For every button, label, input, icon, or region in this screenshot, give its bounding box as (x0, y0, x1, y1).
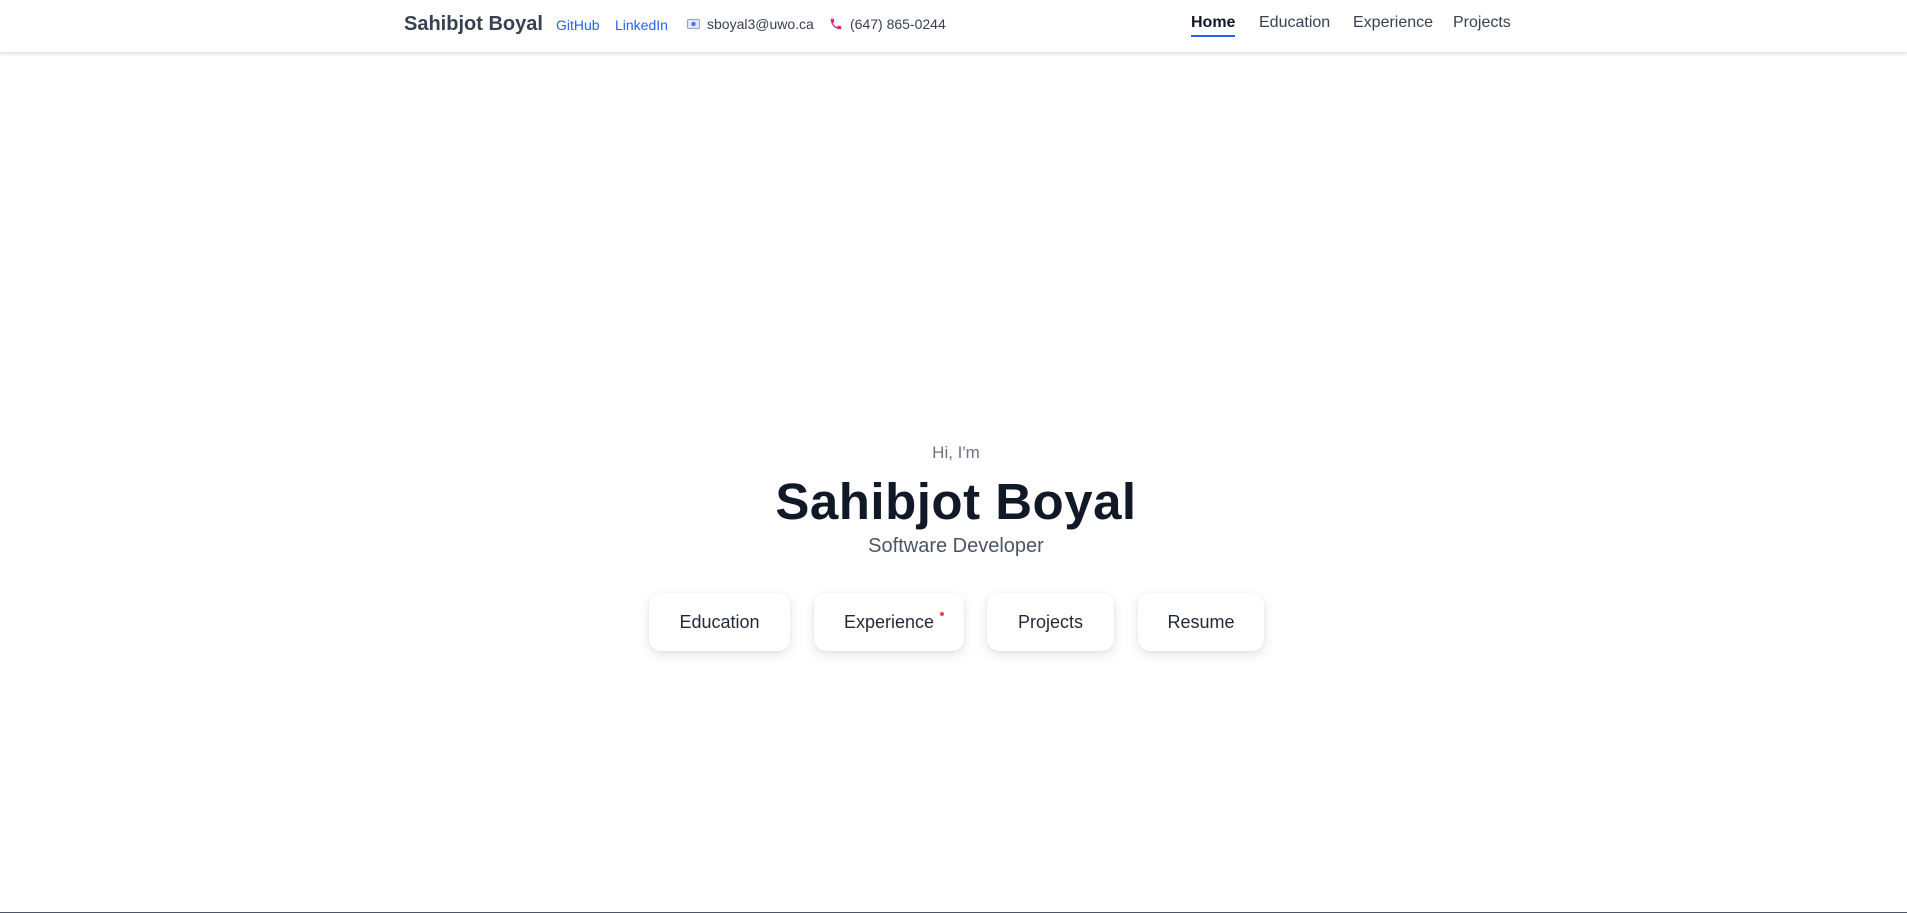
nav-education[interactable]: Education (1259, 14, 1330, 32)
hero-greeting: Hi, I'm (932, 443, 980, 462)
notification-dot (940, 612, 944, 616)
github-link[interactable]: GitHub (556, 17, 600, 33)
email-text: sboyal3@uwo.ca (707, 16, 814, 32)
nav-home[interactable]: Home (1191, 14, 1236, 37)
page: Sahibjot Boyal GitHub LinkedIn sboyal3@u… (0, 0, 1907, 913)
experience-card-label: Experience (843, 611, 935, 632)
resume-card-label: Resume (1167, 611, 1235, 632)
top-navbar: Sahibjot Boyal GitHub LinkedIn sboyal3@u… (0, 0, 1907, 53)
phone-icon (828, 16, 844, 32)
brand-name[interactable]: Sahibjot Boyal (404, 13, 543, 36)
resume-card-button[interactable]: Resume (1138, 593, 1264, 651)
nav-projects[interactable]: Projects (1453, 14, 1511, 32)
experience-card-button[interactable]: Experience (814, 593, 964, 651)
linkedin-link[interactable]: LinkedIn (615, 17, 668, 33)
hero-name: Sahibjot Boyal (775, 473, 1137, 530)
phone-text: (647) 865-0244 (850, 16, 946, 32)
education-card-label: Education (679, 611, 760, 632)
hero-role: Software Developer (868, 535, 1044, 557)
envelope-icon (685, 16, 701, 32)
email-contact[interactable]: sboyal3@uwo.ca (685, 16, 814, 32)
projects-card-button[interactable]: Projects (987, 593, 1114, 651)
projects-card-label: Projects (1017, 611, 1084, 632)
phone-contact[interactable]: (647) 865-0244 (828, 16, 946, 32)
education-card-button[interactable]: Education (649, 593, 790, 651)
nav-experience[interactable]: Experience (1353, 14, 1433, 32)
